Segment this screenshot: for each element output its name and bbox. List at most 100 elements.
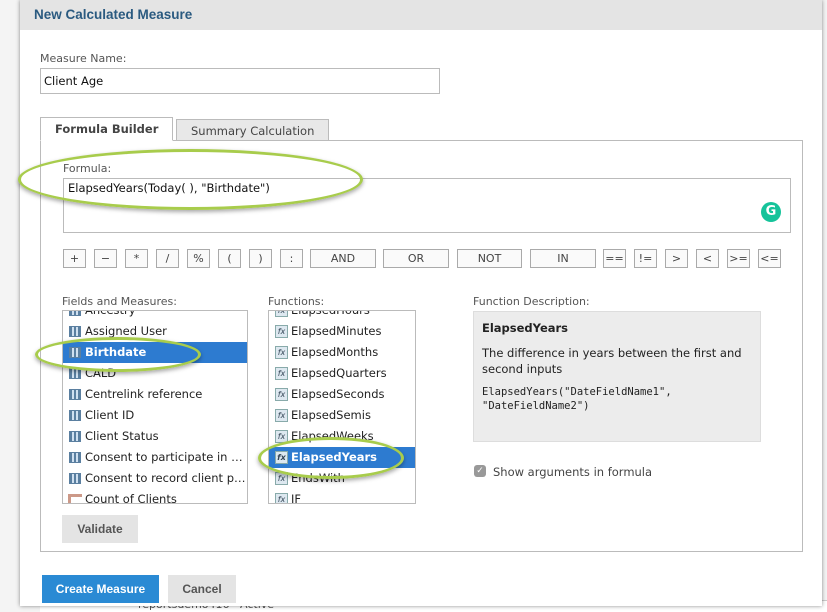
show-arguments-label: Show arguments in formula — [493, 465, 653, 479]
show-arguments-checkbox[interactable]: ✓ — [474, 465, 486, 477]
list-item-label: ElapsedYears — [291, 450, 378, 464]
function-icon: fx — [275, 472, 288, 485]
function-icon: fx — [275, 409, 288, 422]
list-item-label: ElapsedSeconds — [291, 387, 385, 401]
function-icon: fx — [275, 388, 288, 401]
list-item-label: ElapsedQuarters — [291, 366, 387, 380]
operator-button[interactable]: <= — [758, 249, 781, 268]
function-description-box: ElapsedYears The difference in years bet… — [473, 311, 761, 442]
list-item-label: Ancestry — [85, 310, 136, 317]
operator-button[interactable]: * — [125, 249, 148, 268]
tab-summary-calculation[interactable]: Summary Calculation — [176, 119, 330, 141]
operator-button[interactable]: AND — [310, 249, 376, 268]
list-item-label: Client ID — [85, 408, 135, 422]
list-item[interactable]: fx ElapsedSeconds — [269, 384, 415, 405]
list-item[interactable]: fx ElapsedSemis — [269, 405, 415, 426]
function-icon: fx — [275, 311, 288, 317]
operator-button[interactable]: >= — [727, 249, 750, 268]
list-item[interactable]: fx ElapsedMinutes — [269, 321, 415, 342]
function-description-label: Function Description: — [473, 295, 590, 308]
list-item[interactable]: Birthdate — [63, 342, 247, 363]
list-item-label: CALD — [85, 366, 117, 380]
function-icon: fx — [275, 367, 288, 380]
function-icon: fx — [275, 325, 288, 338]
list-item[interactable]: Client Status — [63, 426, 247, 447]
operator-button[interactable]: IN — [530, 249, 596, 268]
functions-list[interactable]: fx ElapsedHours fx ElapsedMinutes fx ElapsedM… — [268, 310, 416, 504]
function-icon: fx — [275, 346, 288, 359]
operator-button[interactable]: ( — [218, 249, 241, 268]
field-icon — [69, 389, 81, 400]
list-item-label: ElapsedWeeks — [291, 429, 374, 443]
formula-label: Formula: — [63, 162, 112, 175]
list-item[interactable]: Consent to record client personal detail… — [63, 468, 247, 489]
list-item-label: EndsWith — [291, 471, 345, 485]
grammarly-icon[interactable]: G — [761, 202, 781, 222]
list-item-label: Count of Clients — [85, 492, 177, 504]
field-icon — [69, 452, 81, 463]
field-icon — [69, 326, 81, 337]
fields-list[interactable]: Ancestry Assigned User Birthdate CALD Centre… — [62, 310, 248, 504]
measure-name-label: Measure Name: — [40, 52, 127, 65]
function-name: ElapsedYears — [482, 321, 569, 335]
list-item-label: Centrelink reference — [85, 387, 203, 401]
list-item-label: IF — [291, 492, 302, 504]
operator-button[interactable]: / — [156, 249, 179, 268]
list-item-label: ElapsedHours — [291, 310, 370, 317]
operator-button[interactable]: ) — [249, 249, 272, 268]
operator-button[interactable]: == — [603, 249, 626, 268]
measure-name-input[interactable] — [40, 68, 440, 94]
dialog-title: New Calculated Measure — [34, 7, 193, 22]
operator-button[interactable]: + — [63, 249, 86, 268]
cancel-button[interactable]: Cancel — [168, 575, 236, 603]
field-icon — [69, 410, 81, 421]
list-item-label: Birthdate — [85, 345, 147, 359]
operator-button[interactable]: NOT — [457, 249, 522, 268]
list-item[interactable]: Centrelink reference — [63, 384, 247, 405]
operator-button[interactable]: > — [665, 249, 688, 268]
list-item-label: Consent to participate in client survey — [85, 450, 247, 464]
list-item-label: ElapsedSemis — [291, 408, 371, 422]
list-item[interactable]: Consent to participate in client survey — [63, 447, 247, 468]
operator-button[interactable]: != — [634, 249, 657, 268]
list-item[interactable]: Assigned User — [63, 321, 247, 342]
validate-button[interactable]: Validate — [62, 515, 138, 543]
list-item-label: ElapsedMonths — [291, 345, 379, 359]
function-icon: fx — [275, 451, 288, 464]
list-item[interactable]: fx ElapsedMonths — [269, 342, 415, 363]
tab-formula-builder[interactable]: Formula Builder — [40, 117, 174, 141]
field-icon — [69, 473, 81, 484]
list-item-label: Client Status — [85, 429, 159, 443]
operator-button[interactable]: OR — [383, 249, 449, 268]
field-icon — [69, 347, 81, 358]
operator-button[interactable]: − — [94, 249, 117, 268]
list-item[interactable]: fx ElapsedYears — [269, 447, 415, 468]
formula-textarea[interactable]: ElapsedYears(Today( ), "Birthdate") — [63, 178, 791, 233]
list-item[interactable]: fx ElapsedQuarters — [269, 363, 415, 384]
create-measure-button[interactable]: Create Measure — [42, 575, 159, 603]
field-icon — [69, 431, 81, 442]
operator-button[interactable]: % — [187, 249, 210, 268]
function-description-text: The difference in years between the firs… — [482, 346, 742, 376]
function-icon: fx — [275, 430, 288, 443]
list-item[interactable]: CALD — [63, 363, 247, 384]
list-item[interactable]: fx IF — [269, 489, 415, 504]
list-item[interactable]: fx ElapsedWeeks — [269, 426, 415, 447]
field-icon — [69, 368, 81, 379]
list-item[interactable]: fx EndsWith — [269, 468, 415, 489]
fields-label: Fields and Measures: — [62, 295, 177, 308]
operator-button[interactable]: < — [696, 249, 719, 268]
list-item[interactable]: fx ElapsedHours — [269, 310, 415, 321]
functions-label: Functions: — [268, 295, 325, 308]
list-item-label: Consent to record client personal detail… — [85, 471, 247, 485]
list-item[interactable]: Client ID — [63, 405, 247, 426]
function-syntax: ElapsedYears("DateFieldName1", "DateFiel… — [482, 386, 672, 412]
function-icon: fx — [275, 493, 288, 503]
operator-button[interactable]: : — [280, 249, 303, 268]
list-item[interactable]: Count of Clients — [63, 489, 247, 504]
list-item-label: ElapsedMinutes — [291, 324, 382, 338]
field-icon — [69, 311, 81, 316]
dialog-header: New Calculated Measure — [20, 0, 822, 30]
list-item[interactable]: Ancestry — [63, 310, 247, 321]
measure-icon — [68, 494, 82, 503]
